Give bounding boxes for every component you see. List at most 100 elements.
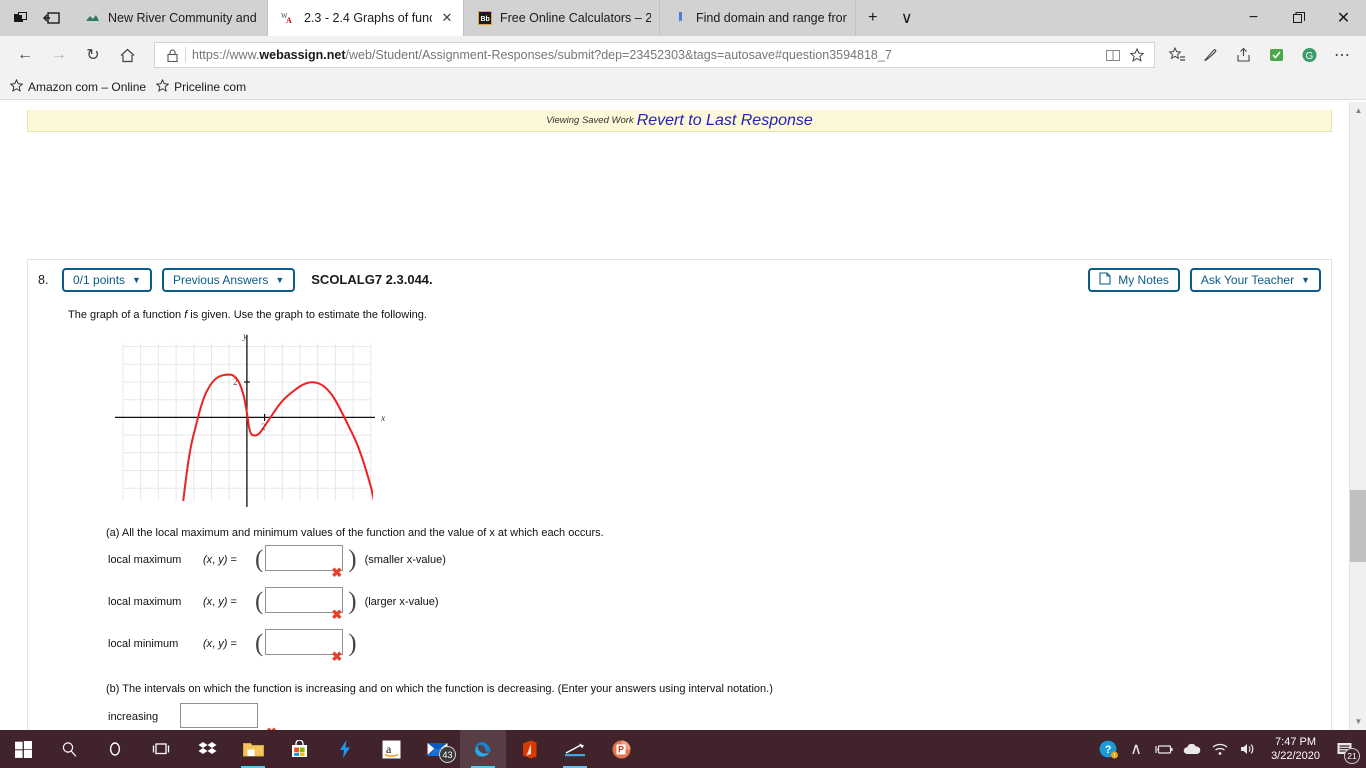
web-notes-icon[interactable] (1194, 38, 1226, 72)
help-icon[interactable]: ?! (1095, 730, 1121, 768)
tab-title: Free Online Calculators – 2C (500, 11, 651, 25)
scroll-down-arrow-icon[interactable]: ▼ (1350, 713, 1366, 730)
incorrect-mark-icon: ✖ (266, 703, 277, 730)
account-icon[interactable]: G (1293, 38, 1325, 72)
check-icon[interactable] (1260, 38, 1292, 72)
snip-icon[interactable] (552, 730, 598, 768)
cortana-icon[interactable] (92, 730, 138, 768)
y-axis-label: y (242, 332, 248, 342)
row-note: (smaller x-value) (364, 554, 446, 566)
browser-tab-2[interactable]: Bb Free Online Calculators – 2C (464, 0, 660, 36)
new-tab-button[interactable]: + (856, 0, 890, 36)
show-hidden-icons-chevron-up-icon[interactable]: ∧ (1123, 730, 1149, 768)
clock-time: 7:47 PM (1275, 735, 1317, 748)
row-label: local maximum (108, 596, 182, 608)
row-equation: (x, y) = (203, 554, 237, 566)
restore-button[interactable] (1276, 0, 1321, 36)
tab-title: 2.3 - 2.4 Graphs of func (304, 11, 432, 25)
question-header-actions: My Notes Ask Your Teacher ▼ (1078, 267, 1321, 292)
mail-icon[interactable]: 43 (414, 730, 460, 768)
volume-icon[interactable] (1235, 730, 1261, 768)
forward-icon[interactable]: → (42, 38, 76, 72)
chevron-down-icon: ▼ (1301, 274, 1310, 285)
url-text: https://www.webassign.net/web/Student/As… (192, 48, 892, 62)
tab-strip: New River Community and T WA 2.3 - 2.4 G… (0, 0, 1366, 36)
home-icon[interactable] (110, 38, 144, 72)
bookmark-icon (672, 10, 689, 27)
question-header: 8. 0/1 points ▼ Previous Answers ▼ SCOLA… (27, 259, 1332, 299)
points-dropdown[interactable]: 0/1 points ▼ (62, 267, 152, 292)
scrollbar-thumb[interactable] (1350, 490, 1366, 562)
store-icon[interactable] (276, 730, 322, 768)
notification-count-badge: 21 (1344, 748, 1360, 764)
blackboard-icon: Bb (476, 10, 493, 27)
ask-teacher-label: Ask Your Teacher (1200, 272, 1295, 287)
question-body: The graph of a function f is given. Use … (27, 299, 1332, 730)
question-prompt: The graph of a function f is given. Use … (68, 309, 1331, 321)
svg-text:!: ! (1113, 753, 1115, 759)
previous-answers-dropdown[interactable]: Previous Answers ▼ (161, 267, 296, 292)
revert-to-last-response-link[interactable]: Revert to Last Response (637, 112, 813, 130)
open-paren: ( (255, 630, 264, 657)
increasing-input[interactable] (180, 703, 258, 728)
function-graph: y x 2 2 (113, 329, 413, 519)
search-icon[interactable] (46, 730, 92, 768)
amazon-icon[interactable]: a (368, 730, 414, 768)
folder-icon[interactable] (230, 730, 276, 768)
part-a-text: (a) All the local maximum and minimum va… (106, 527, 604, 539)
url-divider (185, 47, 186, 63)
open-paren: ( (255, 588, 264, 615)
share-icon[interactable] (1227, 38, 1259, 72)
task-view-icon[interactable] (138, 730, 184, 768)
wifi-icon[interactable] (1207, 730, 1233, 768)
clock-date: 3/22/2020 (1271, 750, 1320, 762)
back-icon[interactable]: ← (8, 38, 42, 72)
refresh-icon[interactable]: ↻ (76, 38, 110, 72)
row-label: local minimum (108, 638, 179, 650)
address-bar[interactable]: https://www.webassign.net/web/Student/As… (154, 42, 1155, 68)
answer-row-local-max-1: local maximum (x, y) = ( ✖ ) (smaller x-… (108, 545, 1331, 581)
tab-title: Find domain and range fror (696, 11, 847, 25)
scroll-up-arrow-icon[interactable]: ▲ (1350, 102, 1366, 119)
prompt-pre: The graph of a function (68, 309, 185, 321)
browser-tab-3[interactable]: Find domain and range fror (660, 0, 856, 36)
page-scrollbar[interactable]: ▲ ▼ (1349, 102, 1366, 730)
lightning-icon[interactable] (322, 730, 368, 768)
toolbar-actions: G ⋯ (1161, 38, 1358, 72)
more-options-icon[interactable]: ⋯ (1326, 38, 1358, 72)
incorrect-mark-icon: ✖ (331, 607, 343, 622)
tab-preview-icon[interactable] (6, 3, 36, 33)
navigation-bar: ← → ↻ https://www.webassign.net/web/Stud… (0, 36, 1366, 74)
my-notes-button[interactable]: My Notes (1088, 267, 1180, 292)
onedrive-icon[interactable] (1179, 730, 1205, 768)
close-button[interactable]: ✕ (1321, 0, 1366, 36)
svg-text:?: ? (1104, 744, 1111, 756)
reading-view-icon[interactable] (1102, 44, 1124, 66)
tab-menu-chevron-down-icon[interactable]: ∨ (890, 0, 924, 36)
ask-your-teacher-button[interactable]: Ask Your Teacher ▼ (1189, 267, 1321, 292)
browser-tab-1[interactable]: WA 2.3 - 2.4 Graphs of func ✕ (268, 0, 464, 36)
browser-tab-0[interactable]: New River Community and T (72, 0, 268, 36)
chevron-down-icon: ▼ (275, 274, 285, 285)
answer-row-local-max-2: local maximum (x, y) = ( ✖ ) (larger x-v… (108, 587, 1331, 623)
battery-icon[interactable] (1151, 730, 1177, 768)
taskbar-clock[interactable]: 7:47 PM 3/22/2020 (1263, 735, 1328, 764)
office-icon[interactable] (506, 730, 552, 768)
close-icon[interactable]: ✕ (439, 10, 455, 26)
row-note: (larger x-value) (364, 596, 439, 608)
start-button[interactable] (0, 730, 46, 768)
minimize-button[interactable]: − (1231, 0, 1276, 36)
favorite-star-icon[interactable] (1126, 44, 1148, 66)
bookmark-item-priceline[interactable]: Priceline com (154, 78, 254, 95)
bookmark-item-amazon[interactable]: Amazon com – Online (8, 78, 154, 95)
powerpoint-icon[interactable]: P (598, 730, 644, 768)
edge-icon[interactable] (460, 730, 506, 768)
answer-row-increasing: increasing ✖ (108, 703, 1331, 730)
favorites-hub-icon[interactable] (1161, 38, 1193, 72)
part-b-text: (b) The intervals on which the function … (106, 683, 773, 695)
dropbox-icon[interactable] (184, 730, 230, 768)
svg-text:Bb: Bb (480, 16, 489, 23)
svg-text:G: G (1305, 51, 1313, 62)
notification-center-button[interactable]: 21 (1330, 730, 1360, 768)
set-aside-tabs-icon[interactable] (36, 3, 66, 33)
